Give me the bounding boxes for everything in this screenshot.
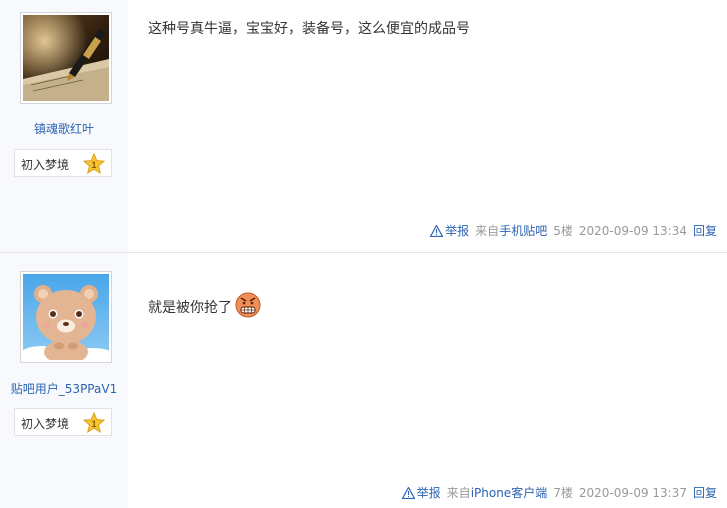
source-link[interactable]: 手机贴吧 (499, 222, 547, 239)
username-link[interactable]: 镇魂歌红叶 (0, 120, 128, 137)
source-prefix: 来自 (446, 486, 471, 500)
source-prefix: 来自 (475, 224, 500, 238)
warning-icon (401, 486, 415, 499)
author-sidebar: 贴吧用户_53PPaV1 初入梦境 1 (0, 253, 128, 508)
report-link[interactable]: 举报 (401, 484, 441, 501)
bear-avatar-image (23, 274, 109, 360)
post-text: 就是被你抢了 (148, 300, 232, 316)
author-sidebar: 镇魂歌红叶 初入梦境 1 (0, 0, 128, 252)
post-floor-7: 贴吧用户_53PPaV1 初入梦境 1 就是被你抢了 举报 来自 iPhone客… (0, 253, 727, 508)
post-time: 2020-09-09 13:37 (578, 485, 687, 500)
warning-icon (430, 224, 444, 237)
reply-link[interactable]: 回复 (693, 222, 717, 239)
source-link[interactable]: iPhone客户端 (471, 484, 548, 501)
floor-number: 7楼 (553, 486, 573, 500)
angry-grin-emoji-icon (235, 292, 261, 318)
post-time: 2020-09-09 13:34 (578, 223, 687, 238)
avatar[interactable] (20, 271, 112, 363)
level-name: 初入梦境 (21, 417, 70, 431)
level-number: 1 (91, 160, 96, 170)
level-badge-box[interactable]: 初入梦境 1 (14, 408, 112, 436)
star-level-icon: 1 (83, 153, 105, 175)
post-content: 这种号真牛逼，宝宝好，装备号，这么便宜的成品号 (148, 21, 470, 37)
report-label: 举报 (416, 486, 441, 500)
post-tail: 举报 来自 手机贴吧 5楼 2020-09-09 13:34 回复 (430, 222, 717, 239)
reply-link[interactable]: 回复 (693, 484, 717, 501)
level-badge-box[interactable]: 初入梦境 1 (14, 149, 112, 177)
level-name: 初入梦境 (21, 158, 70, 172)
avatar[interactable] (20, 12, 112, 104)
star-level-icon: 1 (83, 412, 105, 434)
post-floor-5: 镇魂歌红叶 初入梦境 1 这种号真牛逼，宝宝好，装备号，这么便宜的成品号 举报 … (0, 0, 727, 252)
report-label: 举报 (445, 224, 470, 238)
report-link[interactable]: 举报 (430, 222, 469, 239)
post-content: 就是被你抢了 (148, 290, 262, 318)
level-number: 1 (91, 419, 96, 429)
pen-writing-avatar-image (23, 15, 109, 101)
username-link[interactable]: 贴吧用户_53PPaV1 (0, 380, 128, 397)
floor-number: 5楼 (553, 224, 573, 238)
post-tail: 举报 来自 iPhone客户端 7楼 2020-09-09 13:37 回复 (401, 484, 717, 501)
